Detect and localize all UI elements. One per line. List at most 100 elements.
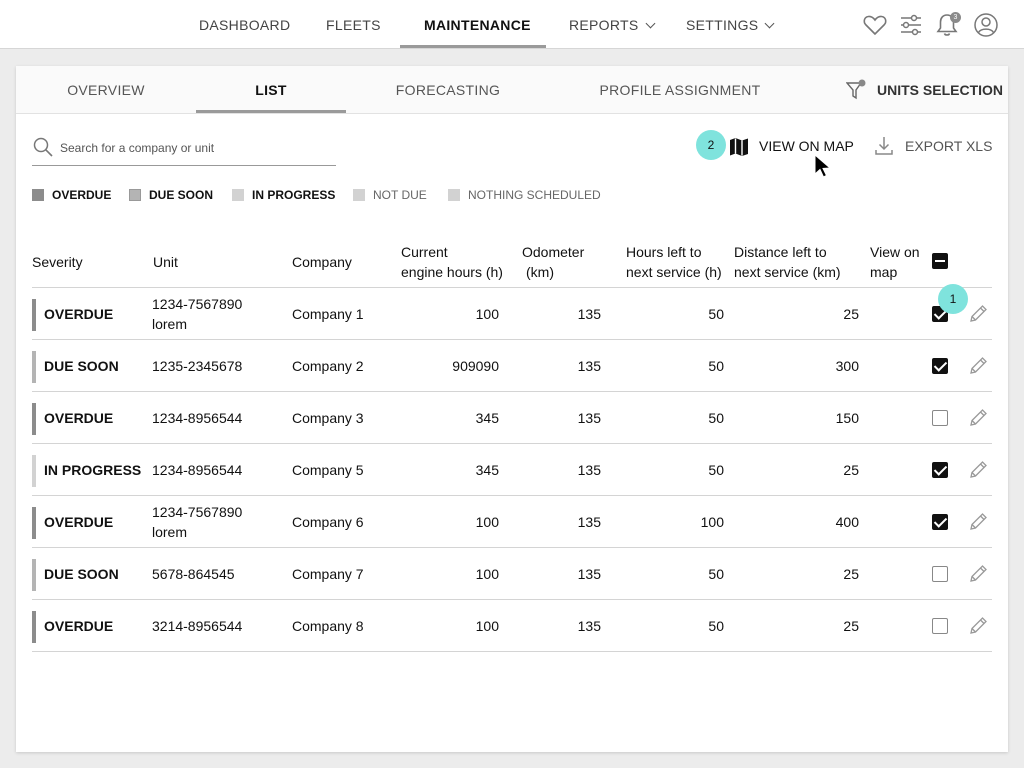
nav-reports[interactable]: REPORTS <box>569 0 655 49</box>
engine-hours-cell: 100 <box>475 514 499 530</box>
company-cell: Company 2 <box>292 358 364 374</box>
maintenance-card: OVERVIEW LIST FORECASTING PROFILE ASSIGN… <box>16 66 1008 752</box>
legend-label: NOT DUE <box>373 188 427 202</box>
odometer-cell: 135 <box>577 358 601 374</box>
filter-icon <box>846 79 866 100</box>
legend-label: IN PROGRESS <box>252 188 336 202</box>
severity-cell: IN PROGRESS <box>44 462 142 478</box>
column-header-distance-left[interactable]: Distance left to next service (km) <box>734 242 841 282</box>
select-all-checkbox[interactable] <box>932 253 948 269</box>
user-icon[interactable] <box>973 12 999 38</box>
view-on-map-checkbox[interactable] <box>932 566 948 582</box>
table-row[interactable]: DUE SOON 1235-2345678 Company 2 909090 135 50… <box>32 340 992 392</box>
mouse-cursor-icon <box>814 154 832 178</box>
severity-bar <box>32 559 36 591</box>
pencil-icon[interactable] <box>967 303 989 325</box>
pencil-icon[interactable] <box>967 355 989 377</box>
tab-active-indicator <box>196 110 346 113</box>
severity-bar <box>32 455 36 487</box>
company-cell: Company 3 <box>292 410 364 426</box>
pencil-icon[interactable] <box>967 459 989 481</box>
nav-fleets[interactable]: FLEETS <box>326 0 381 49</box>
table-row[interactable]: IN PROGRESS 1234-8956544 Company 5 345 135 50… <box>32 444 992 496</box>
tab-list[interactable]: LIST <box>196 66 346 114</box>
table-row[interactable]: OVERDUE 3214-8956544 Company 8 100 135 50 25 <box>32 600 992 652</box>
distance-left-cell: 25 <box>843 462 859 478</box>
heart-icon[interactable] <box>862 12 888 38</box>
hours-left-cell: 50 <box>708 306 724 322</box>
nav-dashboard[interactable]: DASHBOARD <box>199 0 290 49</box>
severity-cell: OVERDUE <box>44 514 114 530</box>
pencil-icon[interactable] <box>967 563 989 585</box>
unit-cell: 1234-8956544 <box>152 460 242 480</box>
column-header-company[interactable]: Company <box>292 252 352 272</box>
view-on-map-checkbox[interactable] <box>932 618 948 634</box>
column-header-severity[interactable]: Severity <box>32 252 83 272</box>
hours-left-cell: 50 <box>708 618 724 634</box>
pencil-icon[interactable] <box>967 615 989 637</box>
pencil-icon[interactable] <box>967 511 989 533</box>
nav-settings[interactable]: SETTINGS <box>686 0 775 49</box>
legend-swatch <box>353 189 365 201</box>
hours-left-cell: 50 <box>708 462 724 478</box>
unit-cell: 5678-864545 <box>152 564 235 584</box>
top-navigation: DASHBOARD FLEETS MAINTENANCE REPORTS SET… <box>0 0 1024 49</box>
view-on-map-checkbox[interactable] <box>932 462 948 478</box>
view-on-map-checkbox[interactable] <box>932 410 948 426</box>
header-line: (km) <box>526 264 554 280</box>
hours-left-cell: 100 <box>700 514 724 530</box>
sliders-icon[interactable] <box>898 12 924 38</box>
column-header-unit[interactable]: Unit <box>153 252 178 272</box>
header-line: next service (km) <box>734 264 841 280</box>
column-header-view-on-map[interactable]: View on map <box>870 242 920 282</box>
search-icon <box>33 137 53 157</box>
severity-cell: DUE SOON <box>44 358 119 374</box>
header-line: Current <box>401 244 448 260</box>
column-header-engine-hours[interactable]: Current engine hours (h) <box>401 242 503 282</box>
distance-left-cell: 300 <box>835 358 859 374</box>
odometer-cell: 135 <box>577 410 601 426</box>
severity-cell: OVERDUE <box>44 306 114 322</box>
distance-left-cell: 25 <box>843 566 859 582</box>
table-row[interactable]: DUE SOON 5678-864545 Company 7 100 135 50 25 <box>32 548 992 600</box>
header-line: next service (h) <box>626 264 722 280</box>
column-header-hours-left[interactable]: Hours left to next service (h) <box>626 242 722 282</box>
legend-label: DUE SOON <box>149 188 214 202</box>
view-on-map-checkbox[interactable] <box>932 514 948 530</box>
distance-left-cell: 150 <box>835 410 859 426</box>
odometer-cell: 135 <box>577 618 601 634</box>
view-on-map-checkbox[interactable] <box>932 358 948 374</box>
chevron-down-icon <box>645 18 655 29</box>
unit-id: 5678-864545 <box>152 566 235 582</box>
search-box <box>32 130 336 166</box>
tab-forecasting[interactable]: FORECASTING <box>388 66 508 114</box>
engine-hours-cell: 345 <box>475 410 499 426</box>
table-row[interactable]: OVERDUE 1234-7567890 lorem Company 6 100 135 1… <box>32 496 992 548</box>
search-input[interactable] <box>60 138 330 158</box>
table-row[interactable]: OVERDUE 1234-8956544 Company 3 345 135 50 150 <box>32 392 992 444</box>
unit-id: 1235-2345678 <box>152 358 243 374</box>
company-cell: Company 7 <box>292 566 364 582</box>
export-xls-button[interactable]: EXPORT XLS <box>874 132 992 160</box>
company-cell: Company 8 <box>292 618 364 634</box>
column-header-odometer[interactable]: Odometer (km) <box>522 242 584 282</box>
table-row[interactable]: OVERDUE 1234-7567890 lorem Company 1 100 135 5… <box>32 288 992 340</box>
tab-overview[interactable]: OVERVIEW <box>56 66 156 114</box>
legend-item: NOTHING SCHEDULED <box>448 186 601 204</box>
subtab-bar: OVERVIEW LIST FORECASTING PROFILE ASSIGN… <box>16 66 1008 114</box>
unit-cell: 1234-7567890 lorem <box>152 294 242 334</box>
odometer-cell: 135 <box>577 514 601 530</box>
hours-left-cell: 50 <box>708 410 724 426</box>
odometer-cell: 135 <box>577 566 601 582</box>
chevron-down-icon <box>764 18 775 29</box>
units-selection-button[interactable]: UNITS SELECTION <box>846 66 1003 114</box>
nav-maintenance[interactable]: MAINTENANCE <box>424 0 531 49</box>
legend-swatch <box>32 189 44 201</box>
row-divider <box>32 651 992 652</box>
legend-item: NOT DUE <box>353 186 427 204</box>
tab-profile-assignment[interactable]: PROFILE ASSIGNMENT <box>596 66 764 114</box>
unit-cell: 3214-8956544 <box>152 616 242 636</box>
header-line: map <box>870 264 898 280</box>
unit-cell: 1234-8956544 <box>152 408 242 428</box>
pencil-icon[interactable] <box>967 407 989 429</box>
